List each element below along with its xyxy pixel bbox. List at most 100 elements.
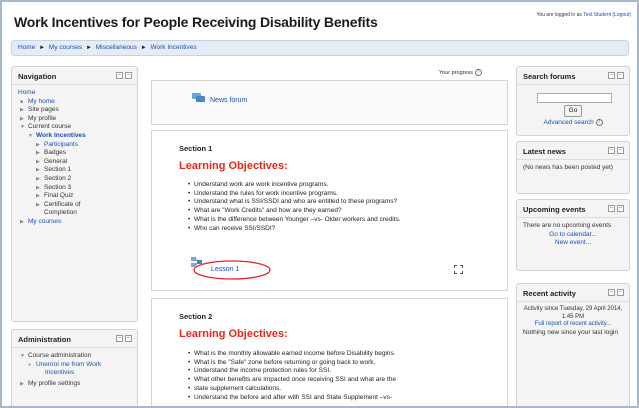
- section-2-title: Section 2: [179, 312, 213, 321]
- section-1: Section 1 Learning Objectives: Understan…: [151, 130, 508, 291]
- breadcrumb-separator: ►: [140, 45, 147, 51]
- nav-item-section-2[interactable]: ▶ Section 2: [18, 175, 131, 184]
- nav-item-home[interactable]: Home: [18, 89, 131, 98]
- expand-icon: ▶: [36, 201, 40, 208]
- objective-item-continuation: state supplement calculations.: [188, 385, 396, 394]
- objective-item: Understand the before and after with SSI…: [188, 394, 396, 403]
- dock-icon[interactable]: –: [116, 335, 123, 342]
- objective-item: Who can receive SSI/SSDI?: [188, 225, 401, 234]
- objective-item: What is the "Safe" zone before returning…: [188, 359, 396, 368]
- advanced-search[interactable]: Advanced search ?: [517, 119, 629, 126]
- nav-item-final-quiz[interactable]: ▶ Final Quiz: [18, 192, 131, 201]
- nav-item-my-profile[interactable]: ▶ My profile: [18, 115, 131, 124]
- completion-checkbox[interactable]: [454, 265, 463, 274]
- collapse-icon[interactable]: −: [125, 72, 132, 79]
- calendar-link[interactable]: Go to calendar...: [523, 231, 623, 240]
- recent-activity-block: Recent activity – − Activity since Tuesd…: [516, 283, 630, 406]
- latest-news-header: Latest news – −: [517, 142, 629, 160]
- nav-item-label: My home: [28, 97, 55, 105]
- expand-icon: ▶: [36, 158, 40, 165]
- news-forum-link[interactable]: News forum: [210, 97, 247, 104]
- nothing-new-text: Nothing new since your last login: [523, 328, 619, 336]
- advanced-search-link[interactable]: Advanced search: [543, 119, 593, 126]
- admin-item-label: My profile settings: [28, 379, 81, 387]
- breadcrumb-miscellaneous[interactable]: Miscellaneous: [96, 44, 137, 51]
- collapse-tree-icon: ▼: [28, 132, 33, 139]
- nav-item-section-3[interactable]: ▶ Section 3: [18, 184, 131, 193]
- full-report-link[interactable]: Full report of recent activity...: [523, 321, 623, 329]
- nav-item-label: Section 1: [44, 166, 72, 174]
- help-icon[interactable]: ?: [474, 69, 482, 76]
- section-2-objectives-list: What is the monthly allowable earned inc…: [188, 350, 396, 402]
- breadcrumb-work-incentives[interactable]: Work Incentives: [151, 44, 197, 51]
- dock-icon[interactable]: –: [608, 72, 615, 79]
- expand-icon: ▶: [20, 380, 24, 387]
- collapse-icon[interactable]: −: [617, 289, 624, 296]
- nav-item-certificate-line2[interactable]: Completion: [18, 209, 131, 218]
- search-input[interactable]: [537, 93, 612, 103]
- logout-link[interactable]: (Logout): [612, 12, 631, 18]
- dock-icon[interactable]: –: [608, 147, 615, 154]
- nav-item-label: My courses: [28, 217, 62, 225]
- nav-item-current-course[interactable]: ▼ Current course: [18, 123, 131, 132]
- nav-item-general[interactable]: ▶ General: [18, 158, 131, 167]
- expand-icon: ▶: [20, 115, 24, 122]
- breadcrumb-home[interactable]: Home: [18, 44, 35, 51]
- block-controls: – −: [608, 205, 624, 212]
- section-1-objectives-list: Understand work are work incentive progr…: [188, 181, 401, 233]
- new-event-link[interactable]: New event...: [523, 239, 623, 248]
- section-general: News forum: [151, 80, 508, 125]
- collapse-icon[interactable]: −: [617, 147, 624, 154]
- breadcrumb-separator: ►: [85, 45, 92, 51]
- bullet-icon: ■: [20, 98, 24, 105]
- collapse-icon[interactable]: −: [617, 72, 624, 79]
- admin-unenrol[interactable]: ● Unenrol me from Work: [18, 361, 131, 370]
- help-icon[interactable]: ?: [595, 119, 603, 126]
- section-2: Section 2 Learning Objectives: What is t…: [151, 298, 508, 406]
- collapse-icon[interactable]: −: [125, 335, 132, 342]
- latest-news-block: Latest news – − (No news has been posted…: [516, 141, 630, 194]
- nav-item-my-home[interactable]: ■ My home: [18, 98, 131, 107]
- administration-block: Administration – − ▼ Course administratio…: [11, 329, 138, 406]
- forum-icon: [192, 93, 205, 102]
- latest-news-body: (No news has been posted yet): [523, 164, 613, 171]
- expand-icon: ▶: [36, 175, 40, 182]
- block-controls: – −: [116, 335, 132, 342]
- user-link[interactable]: Test Student: [583, 12, 611, 18]
- breadcrumb: Home ► My courses ► Miscellaneous ► Work…: [11, 40, 629, 56]
- dock-icon[interactable]: –: [608, 205, 615, 212]
- admin-profile-settings[interactable]: ▶ My profile settings: [18, 380, 131, 389]
- nav-item-label: Site pages: [28, 106, 59, 114]
- admin-item-label: Unenrol me from Work: [36, 360, 102, 368]
- no-events-text: There are no upcoming events: [523, 222, 612, 229]
- expand-icon: ▶: [36, 184, 40, 191]
- collapse-tree-icon: ▼: [20, 124, 25, 131]
- lesson-1-link[interactable]: Lesson 1: [191, 257, 272, 280]
- nav-item-work-incentives[interactable]: ▼ Work Incentives: [18, 132, 131, 141]
- admin-unenrol-line2[interactable]: Incentives: [18, 369, 131, 378]
- nav-item-label: Final Quiz: [44, 192, 74, 200]
- nav-item-badges[interactable]: ▶ Badges: [18, 149, 131, 158]
- go-button[interactable]: Go: [564, 105, 582, 117]
- administration-block-header: Administration – −: [12, 330, 137, 348]
- nav-item-my-courses[interactable]: ▶ My courses: [18, 218, 131, 227]
- expand-icon: ▶: [36, 167, 40, 174]
- nav-item-label: Section 2: [44, 174, 72, 182]
- block-controls: – −: [608, 289, 624, 296]
- nav-item-participants[interactable]: ▶ Participants: [18, 141, 131, 150]
- nav-item-site-pages[interactable]: ▶ Site pages: [18, 106, 131, 115]
- collapse-icon[interactable]: −: [617, 205, 624, 212]
- nav-item-certificate[interactable]: ▶ Certificate of: [18, 201, 131, 210]
- administration-title: Administration: [18, 335, 71, 344]
- objective-item: Understand what is SSI/SSDI and who are …: [188, 198, 401, 207]
- collapse-tree-icon: ▼: [20, 353, 25, 359]
- nav-item-label: Section 3: [44, 183, 72, 191]
- dock-icon[interactable]: –: [608, 289, 615, 296]
- nav-item-section-1[interactable]: ▶ Section 1: [18, 166, 131, 175]
- nav-item-label: My profile: [28, 114, 57, 122]
- nav-item-label: Certificate of: [44, 200, 81, 208]
- admin-course-administration[interactable]: ▼ Course administration: [18, 352, 131, 361]
- breadcrumb-my-courses[interactable]: My courses: [49, 44, 82, 51]
- objective-continuation-text: state supplement calculations.: [194, 384, 282, 392]
- dock-icon[interactable]: –: [116, 72, 123, 79]
